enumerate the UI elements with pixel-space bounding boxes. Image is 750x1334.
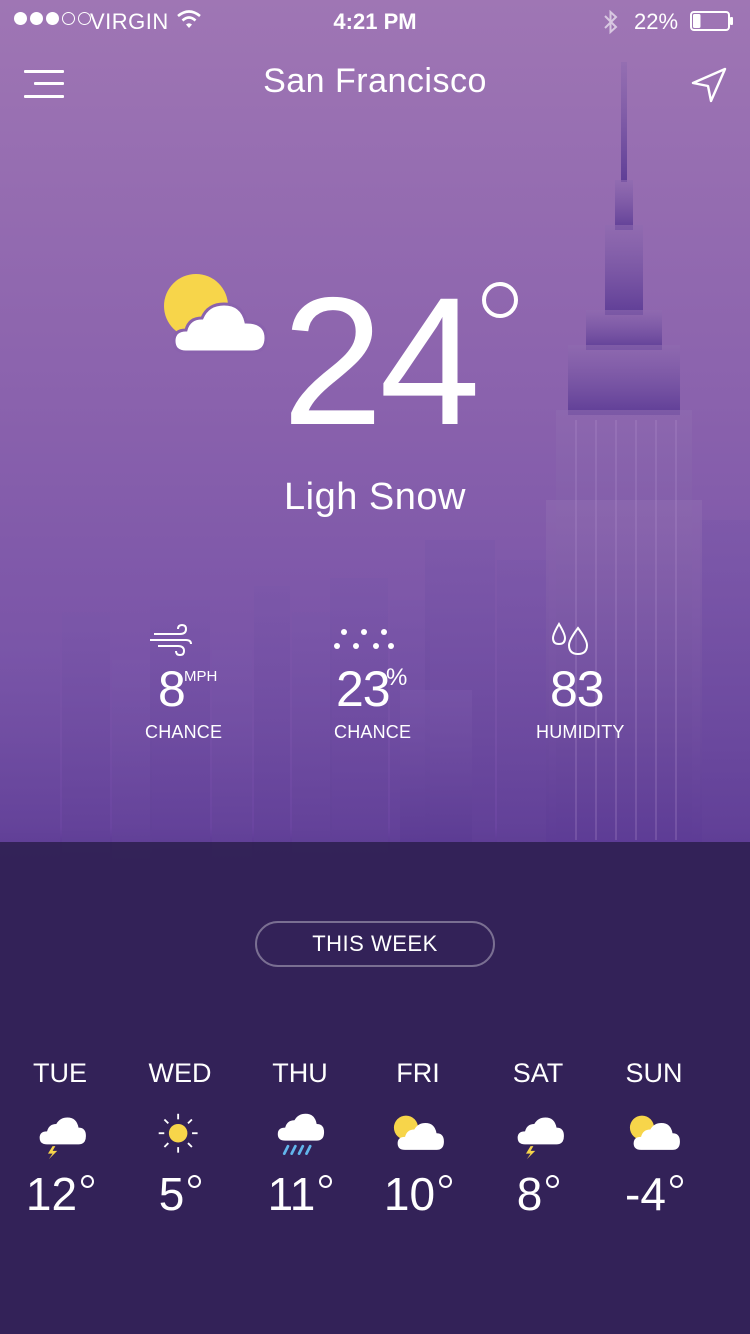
precipitation-value: 23 [336, 661, 391, 717]
rain-icon [277, 1113, 325, 1155]
forecast-day-sat[interactable]: SAT 8 [478, 1055, 598, 1217]
status-bar: VIRGIN 4:21 PM 22% [0, 0, 750, 44]
forecast-day-temperature: -4 [594, 1171, 714, 1217]
forecast-day-tue[interactable]: TUE 12 [0, 1055, 120, 1217]
battery-icon [690, 11, 733, 31]
degree-symbol [546, 1175, 560, 1188]
partly-cloudy-icon [393, 1115, 444, 1150]
forecast-temp-value: 11 [267, 1168, 316, 1220]
forecast-temp-value: -4 [625, 1168, 666, 1220]
forecast-day-temperature: 5 [120, 1171, 240, 1217]
humidity-value: 83 [550, 661, 605, 717]
forecast-day-name: FRI [396, 1058, 440, 1088]
battery-percentage: 22% [634, 9, 679, 34]
location-arrow-icon[interactable] [690, 66, 728, 104]
forecast-temp-value: 5 [158, 1168, 185, 1220]
wind-label: CHANCE [145, 722, 223, 742]
forecast-day-fri[interactable]: FRI 10 [358, 1055, 478, 1217]
wind-speed-value: 8 [158, 661, 186, 717]
forecast-day-temperature: 11 [240, 1171, 360, 1217]
current-temperature: 24 [282, 259, 480, 463]
this-week-button[interactable]: THIS WEEK [255, 921, 495, 967]
degree-symbol [439, 1175, 453, 1188]
weather-screen: VIRGIN 4:21 PM 22% San Francisco 24 Ligh… [0, 0, 750, 1334]
degree-symbol [81, 1175, 95, 1188]
humidity-icon [551, 622, 589, 656]
thunderstorm-icon [517, 1117, 564, 1160]
precipitation-label: CHANCE [334, 722, 412, 742]
bluetooth-icon [604, 9, 618, 35]
city-title: San Francisco [263, 62, 487, 100]
forecast-day-temperature: 12 [0, 1171, 120, 1217]
thunderstorm-icon [39, 1117, 86, 1160]
forecast-day-wed[interactable]: WED 5 [120, 1055, 240, 1217]
current-condition: Ligh Snow [284, 476, 466, 518]
forecast-day-sun[interactable]: SUN -4 [594, 1055, 714, 1217]
forecast-day-name: THU [272, 1058, 328, 1088]
forecast-day-name: WED [148, 1058, 212, 1088]
forecast-temp-value: 12 [25, 1168, 78, 1220]
forecast-temp-value: 10 [383, 1168, 436, 1220]
partly-cloudy-icon [629, 1115, 680, 1150]
sun-icon [158, 1113, 198, 1153]
forecast-day-name: SAT [512, 1058, 564, 1088]
wind-speed-unit: MPH [184, 668, 218, 685]
forecast-day-name: TUE [33, 1058, 87, 1088]
degree-symbol [188, 1175, 202, 1188]
forecast-day-thu[interactable]: THU 11 [240, 1055, 360, 1217]
forecast-day-temperature: 8 [478, 1171, 598, 1217]
degree-symbol [482, 282, 518, 318]
precipitation-unit: % [386, 664, 408, 691]
degree-symbol [319, 1175, 333, 1188]
forecast-day-temperature: 10 [358, 1171, 478, 1217]
degree-symbol [669, 1175, 683, 1188]
forecast-temp-value: 8 [516, 1168, 543, 1220]
partly-cloudy-icon [164, 274, 268, 354]
humidity-label: HUMIDITY [536, 722, 625, 742]
precipitation-icon [334, 629, 394, 649]
forecast-day-name: SUN [625, 1058, 683, 1088]
wind-icon [150, 624, 192, 656]
